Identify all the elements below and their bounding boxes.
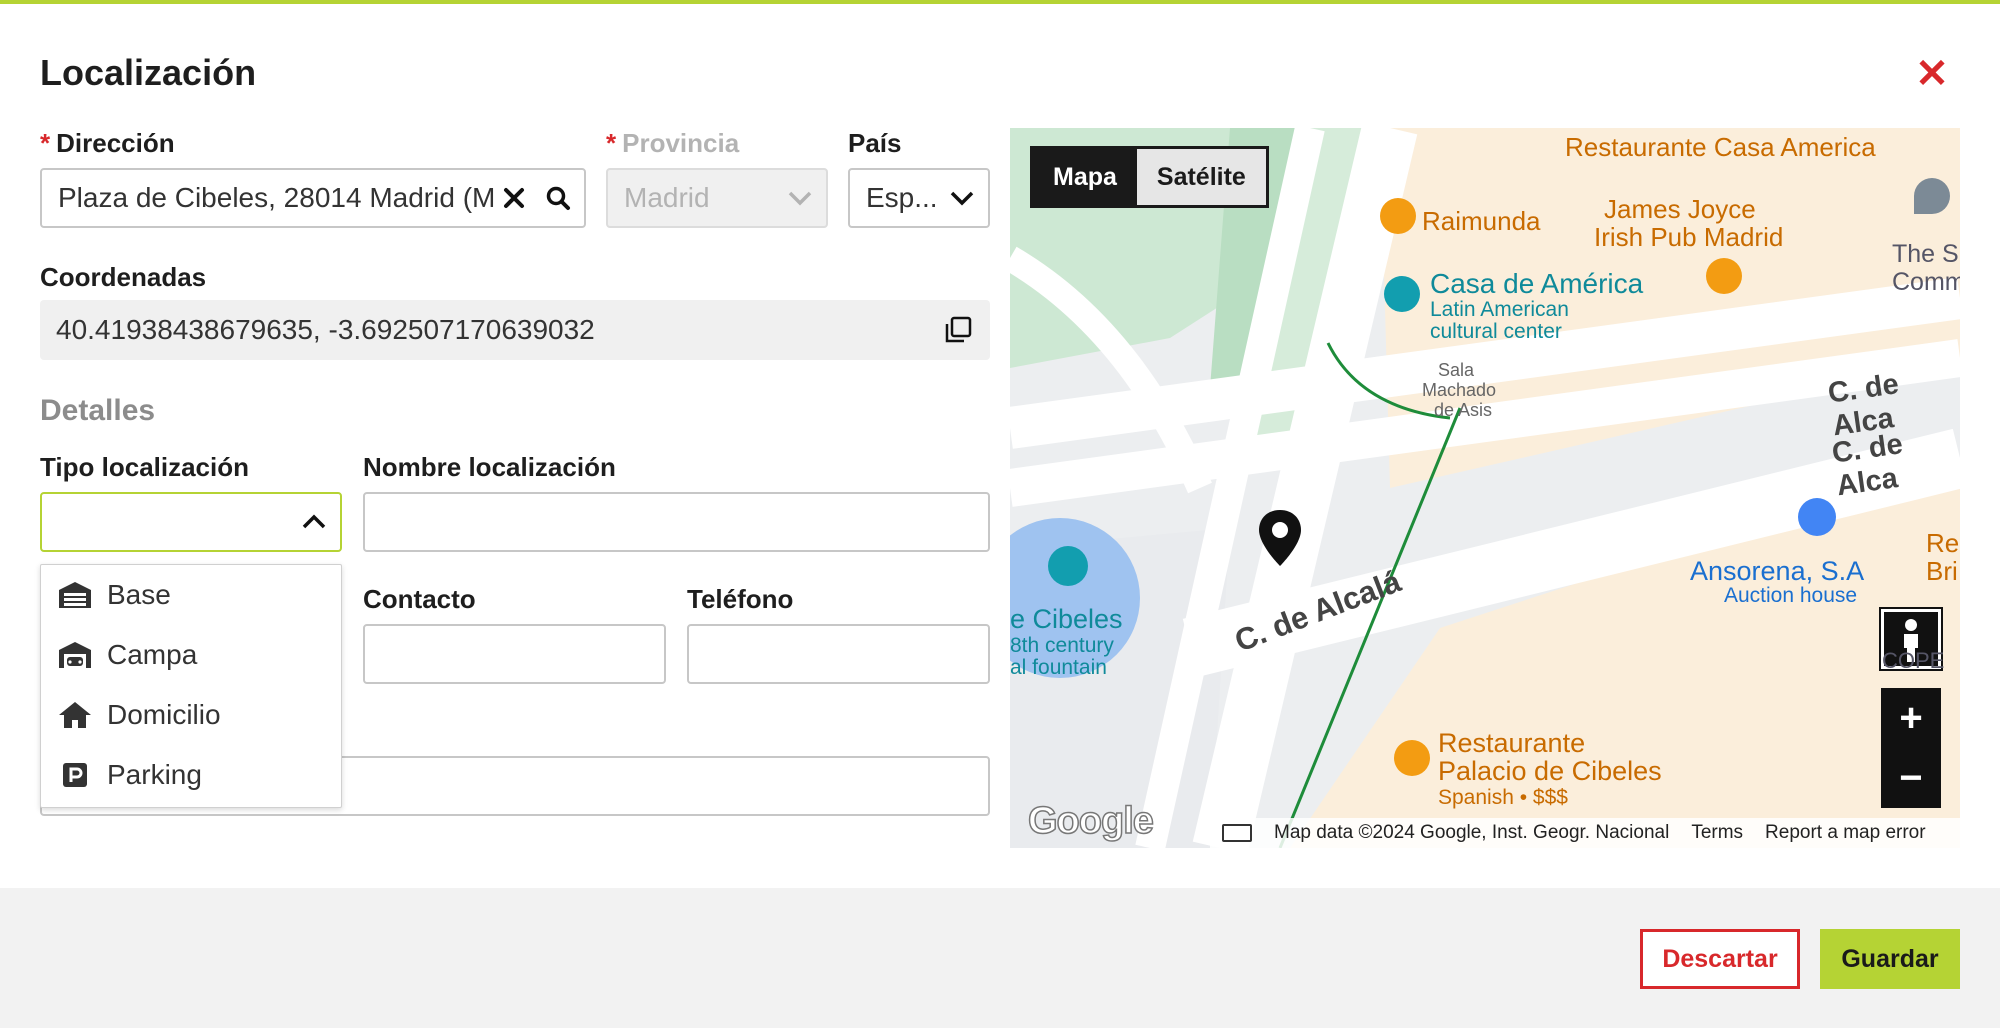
chevron-down-icon [944, 180, 980, 216]
telefono-label: Teléfono [687, 584, 794, 614]
place-label: Auction house [1724, 584, 1858, 607]
place-label[interactable]: e Cibeles [1010, 604, 1123, 635]
museum-icon[interactable] [1384, 276, 1420, 312]
place-label: Comm [1892, 268, 1960, 296]
place-label: al fountain [1010, 656, 1107, 679]
place-label: Spanish • $$$ [1438, 786, 1568, 809]
chevron-up-icon [296, 504, 332, 540]
telefono-input[interactable] [687, 624, 990, 684]
place-label: 8th century [1010, 634, 1114, 657]
copy-icon[interactable] [942, 314, 974, 346]
coordenadas-value: 40.41938438679635, -3.692507170639032 [56, 314, 595, 345]
tipo-localizacion-dropdown: Base Campa Domicilio Parking [40, 564, 342, 808]
contacto-label: Contacto [363, 584, 476, 614]
provincia-select: Madrid [606, 168, 828, 228]
tipo-localizacion-label: Tipo localización [40, 452, 250, 482]
nombre-localizacion-label: Nombre localización [363, 452, 616, 482]
pais-value: Esp... [866, 182, 938, 213]
zoom-control: + − [1881, 688, 1941, 808]
direccion-input[interactable]: Plaza de Cibeles, 28014 Madrid (Madrid) [40, 168, 586, 228]
option-label: Base [107, 579, 171, 610]
place-label: Latin American [1430, 298, 1569, 321]
house-icon [59, 702, 91, 728]
coordenadas-label: Coordenadas [40, 262, 207, 292]
place-label: Palacio de Cibeles [1438, 756, 1662, 786]
place-label[interactable]: Re [1926, 528, 1959, 559]
chevron-down-icon [782, 180, 818, 216]
restaurant-icon[interactable] [1380, 198, 1416, 234]
place-label[interactable]: Raimunda [1422, 206, 1541, 237]
map-type-satelite[interactable]: Satélite [1136, 149, 1266, 205]
option-domicilio[interactable]: Domicilio [41, 685, 341, 745]
restaurant-icon[interactable] [1394, 740, 1430, 776]
map-view[interactable]: Mapa Satélite Restaurante Casa America R… [1010, 128, 1960, 848]
pais-label: País [848, 128, 902, 158]
warehouse-icon [59, 582, 91, 608]
place-label[interactable]: Restaurante Casa America [1565, 132, 1876, 163]
detalles-section-title: Detalles [40, 394, 156, 427]
place-label[interactable]: Casa de América [1430, 268, 1643, 300]
direccion-value: Plaza de Cibeles, 28014 Madrid (Madrid) [58, 182, 496, 213]
place-label: COPE [1882, 648, 1945, 673]
option-base[interactable]: Base [41, 565, 341, 625]
map-type-mapa[interactable]: Mapa [1033, 149, 1137, 205]
place-label: Machado [1422, 380, 1497, 400]
option-label: Parking [107, 759, 202, 790]
descartar-button[interactable]: Descartar [1640, 929, 1800, 989]
search-icon[interactable] [540, 180, 576, 216]
place-label[interactable]: The S [1892, 240, 1959, 269]
dialog-title: Localización [40, 52, 257, 93]
clear-icon[interactable] [496, 180, 532, 216]
provincia-label-text: Provincia [622, 128, 740, 158]
keyboard-shortcuts-icon[interactable] [1222, 824, 1252, 842]
place-label[interactable]: Restaurante [1438, 728, 1585, 759]
tipo-localizacion-select[interactable] [40, 492, 342, 552]
place-label[interactable]: Ansorena, S.A [1690, 556, 1864, 587]
garage-car-icon [59, 642, 91, 668]
place-label: Bri [1926, 556, 1958, 586]
pais-select[interactable]: Esp... [848, 168, 990, 228]
option-parking[interactable]: Parking [41, 745, 341, 805]
pin-icon[interactable] [1914, 178, 1950, 214]
place-label[interactable]: Irish Pub Madrid [1594, 222, 1783, 253]
option-campa[interactable]: Campa [41, 625, 341, 685]
location-marker-icon[interactable] [1256, 508, 1304, 568]
bar-icon[interactable] [1706, 258, 1742, 294]
required-mark: * [40, 128, 51, 158]
map-type-control: Mapa Satélite [1030, 146, 1269, 208]
map-data-attribution: Map data ©2024 Google, Inst. Geogr. Naci… [1274, 822, 1670, 843]
close-icon[interactable]: ✕ [1912, 54, 1952, 94]
option-label: Campa [107, 639, 198, 670]
nombre-localizacion-input[interactable] [363, 492, 990, 552]
top-accent-bar [0, 0, 2000, 4]
parking-icon [63, 763, 87, 787]
option-label: Domicilio [107, 699, 221, 730]
place-label[interactable]: James Joyce [1604, 194, 1756, 225]
provincia-label: * Provincia [606, 128, 739, 159]
direccion-label-text: Dirección [56, 128, 175, 158]
contacto-input[interactable] [363, 624, 666, 684]
zoom-out-button[interactable]: − [1881, 748, 1941, 808]
report-map-error-link[interactable]: Report a map error [1765, 822, 1926, 844]
zoom-in-button[interactable]: + [1881, 688, 1941, 748]
coordenadas-field: 40.41938438679635, -3.692507170639032 [40, 300, 990, 360]
provincia-value: Madrid [624, 182, 710, 213]
fountain-icon[interactable] [1048, 546, 1088, 586]
place-label: de Asis [1434, 400, 1493, 420]
google-logo: Google [1027, 799, 1154, 843]
map-attribution-bar: Map data ©2024 Google, Inst. Geogr. Naci… [1210, 818, 1960, 848]
required-mark: * [606, 128, 617, 158]
shopping-icon[interactable] [1798, 498, 1836, 536]
guardar-button[interactable]: Guardar [1820, 929, 1960, 989]
place-label[interactable]: Sala [1438, 360, 1474, 381]
direccion-label: * Dirección [40, 128, 175, 159]
place-label: cultural center [1430, 320, 1562, 343]
terms-link[interactable]: Terms [1691, 822, 1743, 844]
